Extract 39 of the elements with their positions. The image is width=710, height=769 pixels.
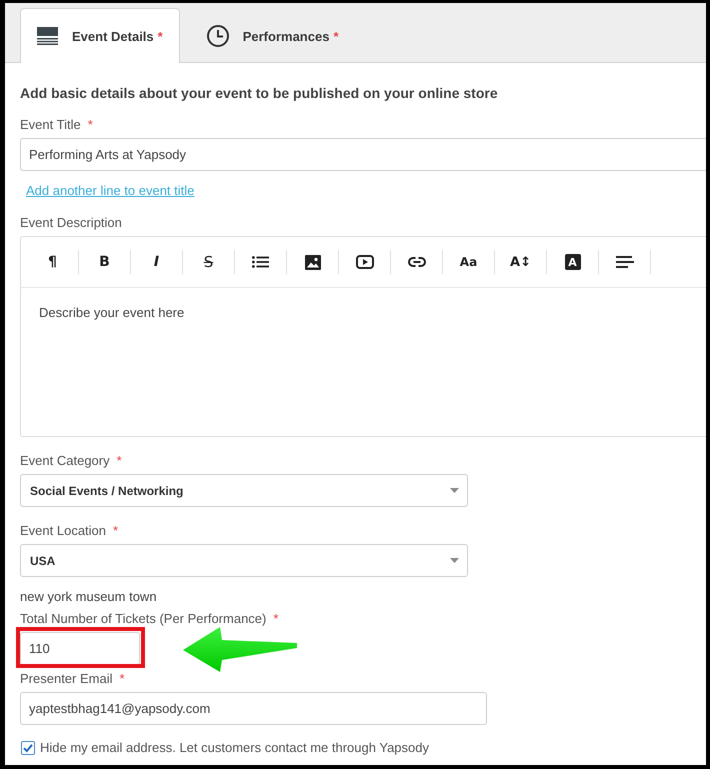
field-label: Event Description — [20, 214, 122, 232]
caret-icon — [450, 488, 459, 493]
play-icon — [356, 255, 374, 269]
text-color-button[interactable]: A — [547, 250, 599, 274]
image-icon — [304, 254, 320, 270]
link-icon — [408, 257, 426, 267]
field-label: Presenter Email — [20, 670, 112, 688]
tab[interactable]: Performances * — [190, 8, 356, 63]
dropdown-select[interactable]: Social Events / Networking — [20, 474, 468, 507]
checkbox-label: Hide my email address. Let customers contact me through Yapsody — [40, 739, 429, 757]
list-icon — [252, 256, 269, 268]
align-left-icon — [616, 256, 634, 268]
checkbox[interactable] — [21, 741, 35, 755]
number-input[interactable]: 110 — [20, 632, 140, 665]
tab[interactable]: Event Details * — [20, 8, 180, 63]
line-height-button[interactable]: A↕ — [495, 250, 547, 274]
dropdown-select[interactable]: USA — [20, 544, 468, 577]
email-input[interactable]: yaptestbhag141@yapsody.com — [20, 692, 487, 725]
required-asterisk: * — [119, 670, 125, 688]
field-label: Event Category — [20, 452, 110, 470]
required-asterisk: * — [113, 522, 118, 540]
clock-icon — [206, 25, 229, 47]
field-label: Event Title — [20, 116, 81, 134]
layout-icon — [37, 27, 58, 45]
italic-button[interactable]: I — [131, 250, 183, 274]
description-editor[interactable]: Describe your event here — [20, 287, 706, 437]
strikethrough-button[interactable]: S — [183, 250, 235, 274]
section-heading: Add basic details about your event to be published on your online store — [20, 84, 499, 102]
required-asterisk: * — [88, 116, 93, 134]
bold-button[interactable]: B — [79, 250, 131, 274]
field-label: Total Number of Tickets (Per Performance) — [20, 610, 266, 628]
required-asterisk: * — [116, 452, 122, 470]
font-size-button[interactable]: Aa — [443, 250, 495, 274]
caret-icon — [450, 558, 459, 563]
paragraph-button[interactable]: ¶ — [27, 250, 79, 274]
location-note: new york museum town — [20, 588, 158, 606]
field-label: Event Location — [20, 522, 106, 540]
text-input[interactable]: Performing Arts at Yapsody — [20, 138, 706, 171]
required-asterisk: * — [273, 610, 278, 628]
